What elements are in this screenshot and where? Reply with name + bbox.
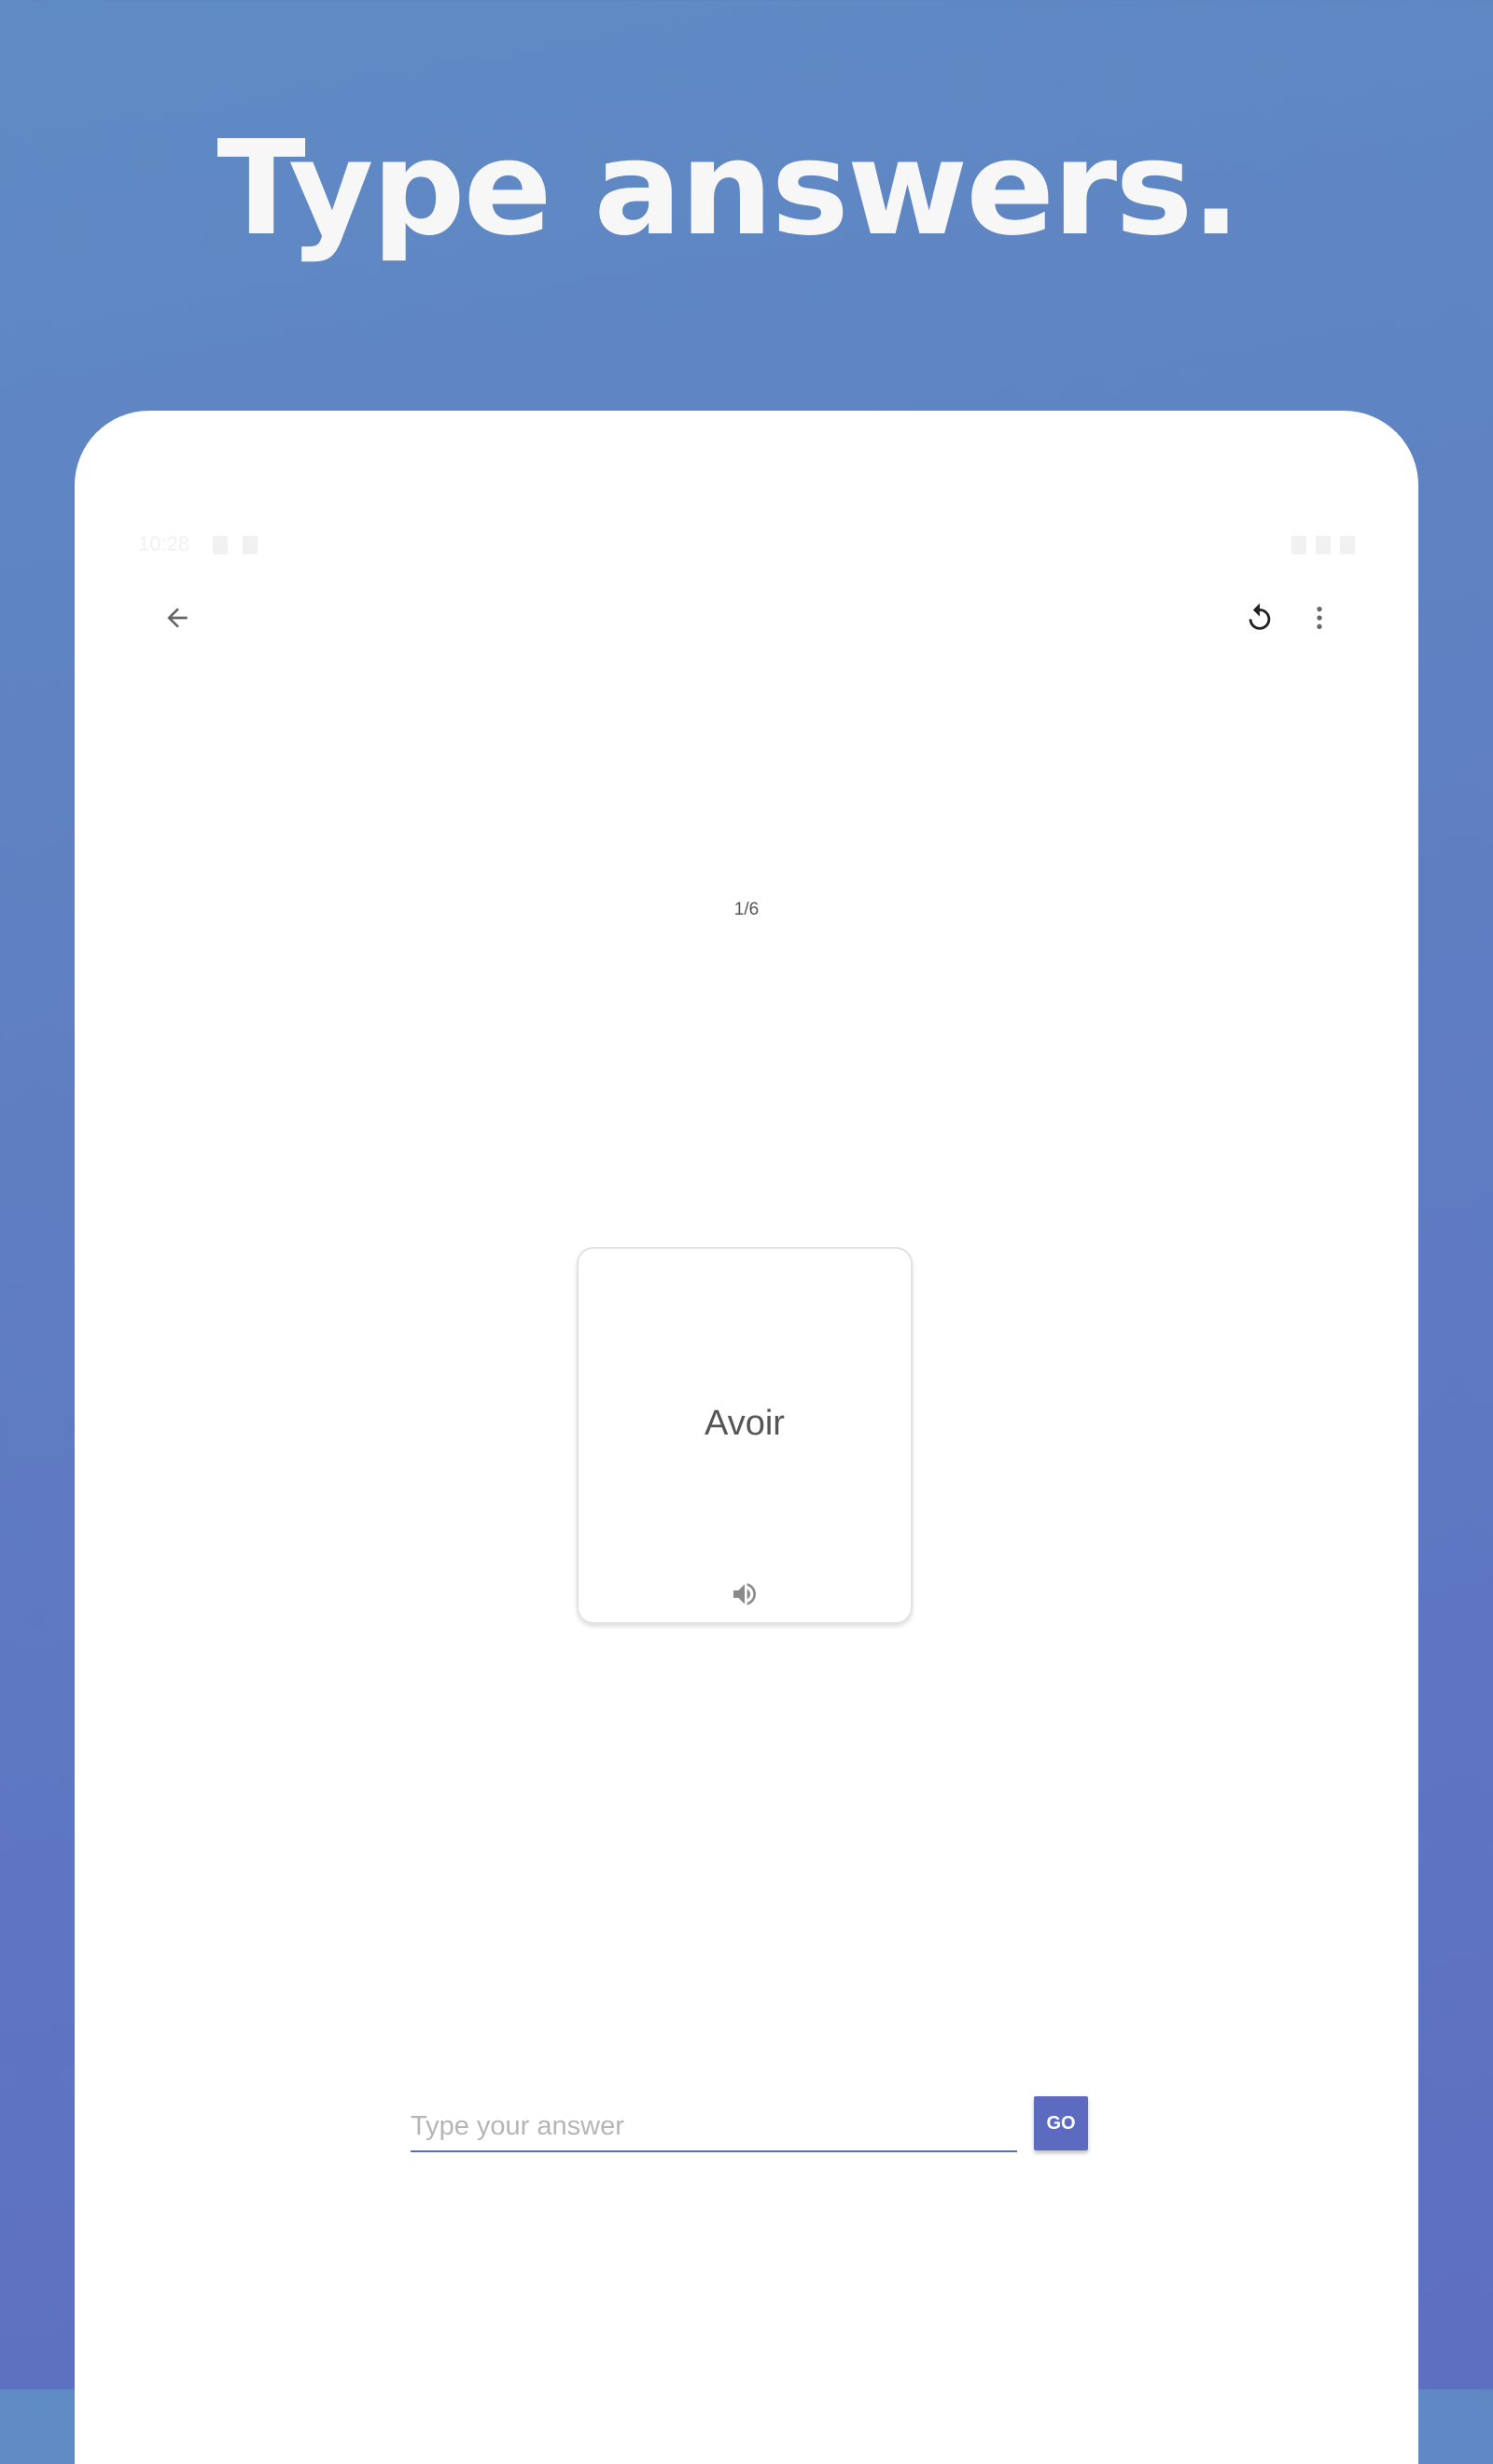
more-options-button[interactable] [1290, 588, 1349, 648]
speaker-icon [733, 1583, 756, 1605]
signal-icon [1316, 536, 1331, 554]
play-audio-button[interactable] [728, 1577, 761, 1611]
battery-icon [1340, 536, 1355, 554]
headline: Type answers. [216, 113, 1240, 265]
status-time: 10:28 [138, 532, 190, 555]
arrow-back-icon [167, 608, 188, 628]
status-bar: 10:28 [138, 532, 1355, 560]
back-button[interactable] [147, 588, 207, 648]
status-notification-icons [213, 536, 258, 554]
go-button[interactable]: GO [1034, 2096, 1088, 2150]
flashcard-term: Avoir [705, 1404, 785, 1443]
progress-counter: 1/6 [733, 900, 760, 919]
flashcard[interactable]: Avoir [577, 1247, 913, 1624]
answer-row: GO [411, 2096, 1094, 2158]
notification-icon [213, 536, 228, 554]
device-screen: 10:28 1/6 Avoir Type your answer GO [75, 411, 1418, 2464]
wifi-icon [1291, 536, 1306, 554]
answer-input[interactable] [411, 2102, 1017, 2152]
sd-card-icon [243, 536, 258, 554]
status-system-icons [1291, 536, 1355, 554]
restart-button[interactable] [1230, 588, 1290, 648]
undo-icon [1249, 603, 1271, 630]
more-vert-icon [1317, 607, 1322, 629]
